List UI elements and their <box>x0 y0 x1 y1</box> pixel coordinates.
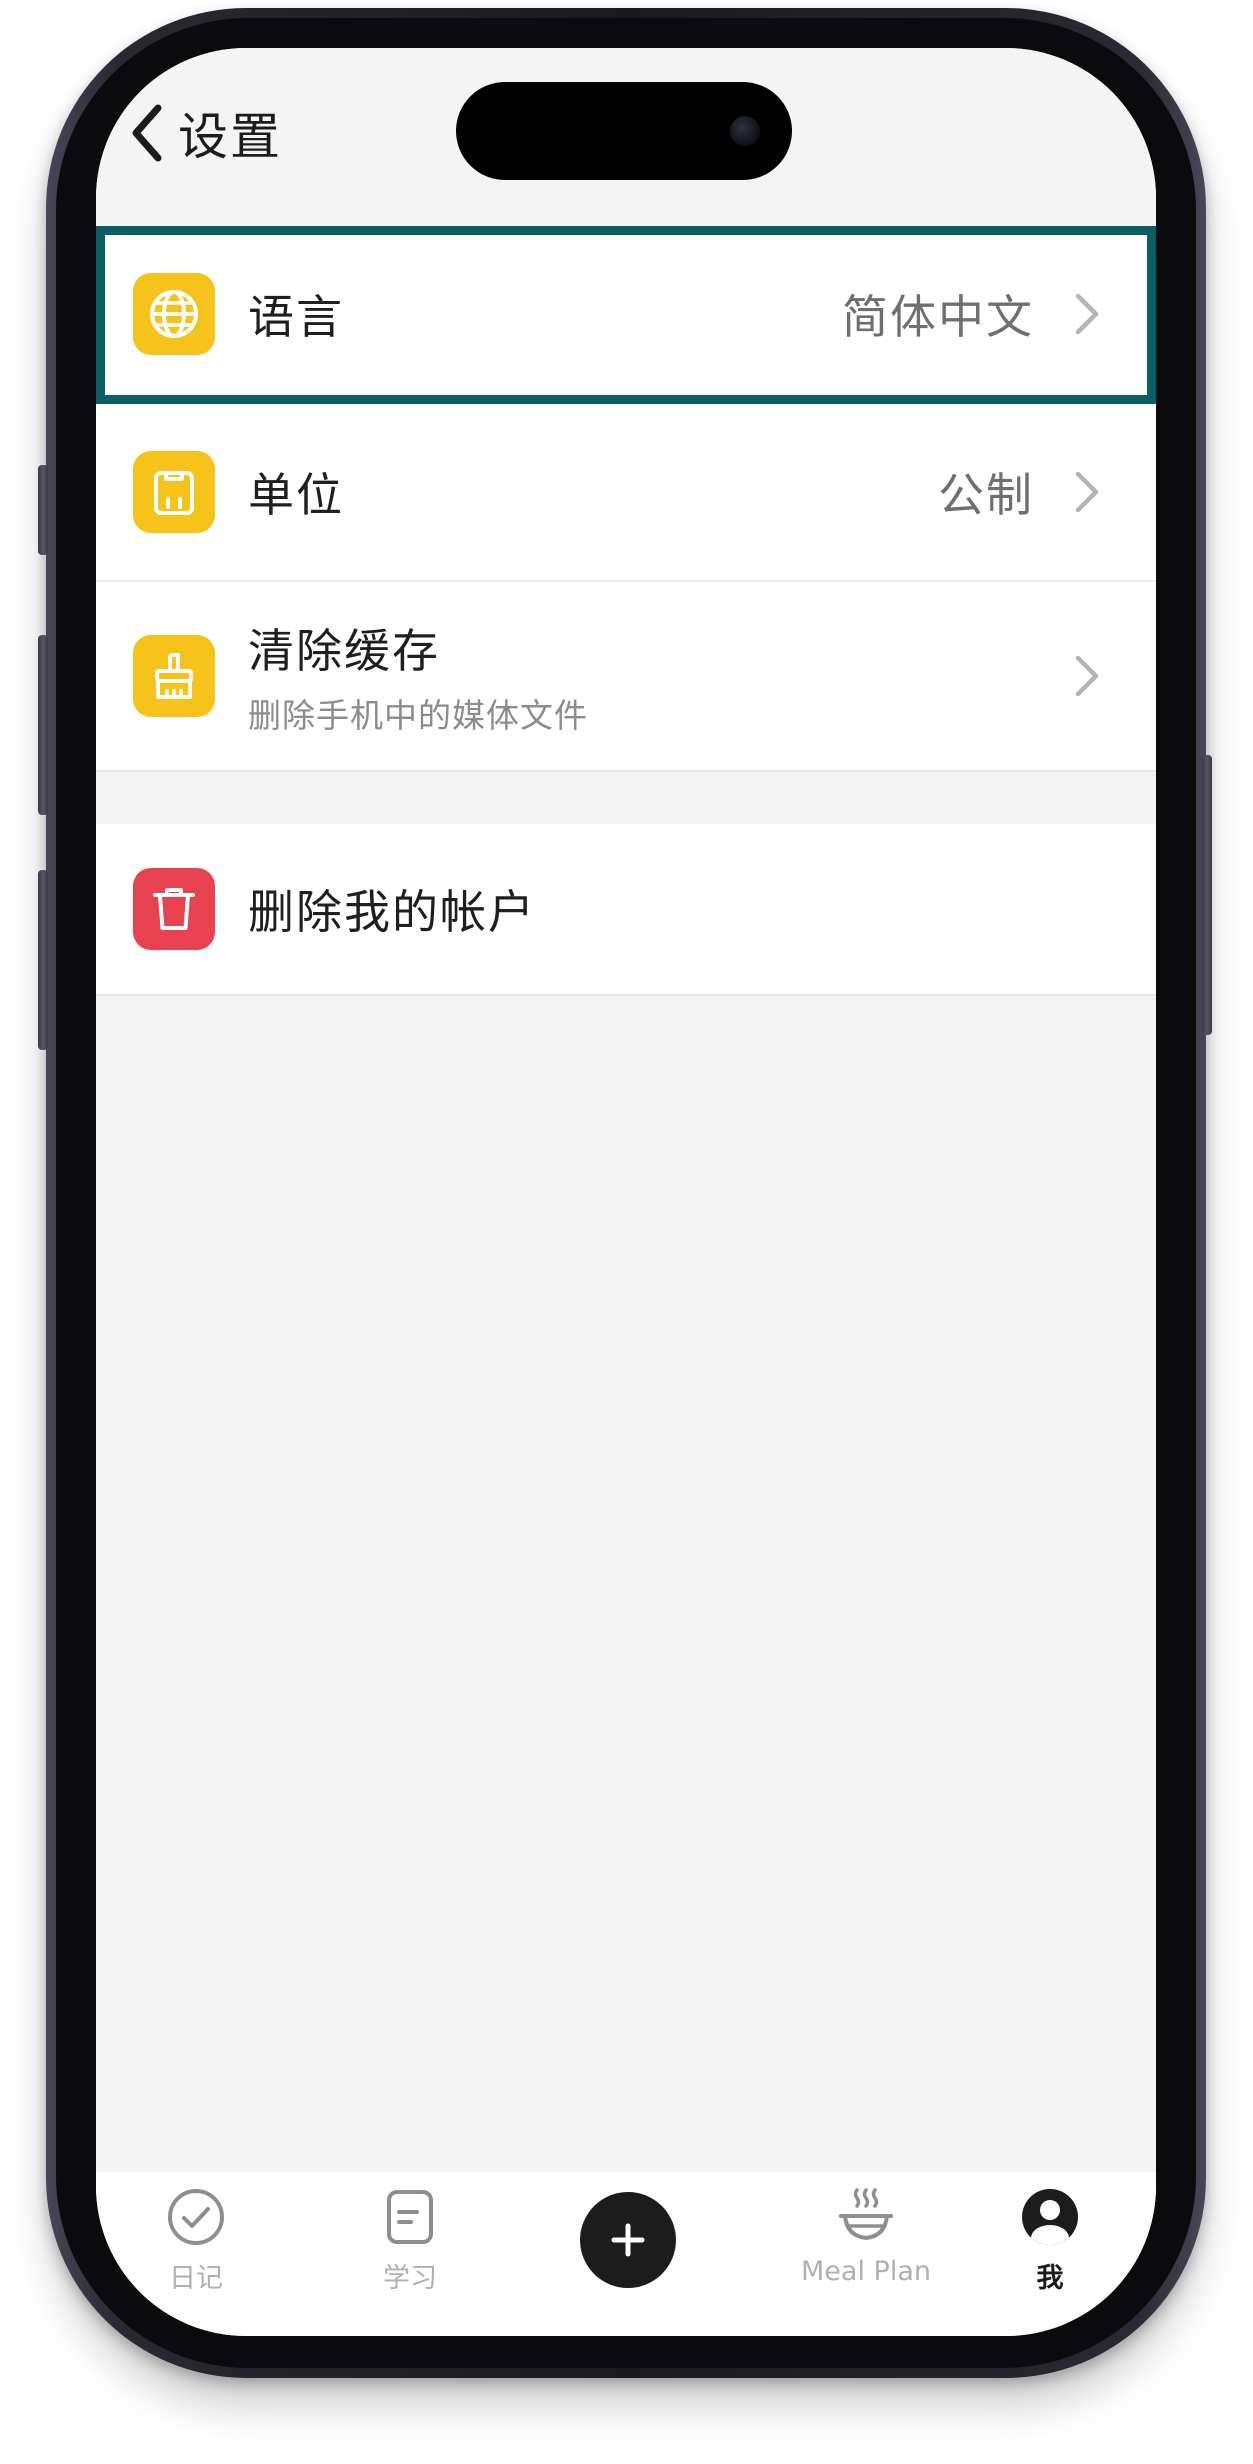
language-label: 语言 <box>248 290 344 344</box>
tab-diary-label: 日记 <box>169 2263 223 2294</box>
units-row[interactable]: 单位 公制 <box>96 404 1156 582</box>
clear-cache-text: 清除缓存 删除手机中的媒体文件 <box>248 615 588 737</box>
chevron-right-icon <box>1075 293 1099 335</box>
trash-icon <box>133 868 215 950</box>
tab-me[interactable]: 我 <box>970 2186 1130 2295</box>
clipboard-icon <box>133 451 215 533</box>
delete-account-row[interactable]: 删除我的帐户 <box>96 824 1156 996</box>
globe-icon <box>133 273 215 355</box>
language-text: 语言 <box>248 281 344 347</box>
back-button[interactable]: 设置 <box>126 98 282 168</box>
tab-bar: 日记 学习 Meal Plan 我 <box>96 2172 1156 2336</box>
tab-study[interactable]: 学习 <box>330 2186 490 2295</box>
broom-icon <box>133 635 215 717</box>
volume-down-button <box>38 870 48 1050</box>
volume-up-button <box>38 635 48 815</box>
tab-me-label: 我 <box>1036 2263 1064 2294</box>
camera-lens <box>730 116 760 146</box>
units-label: 单位 <box>248 468 344 522</box>
tab-meal-plan[interactable]: Meal Plan <box>756 2186 976 2287</box>
tab-study-label: 学习 <box>383 2263 437 2294</box>
tab-meal-plan-label: Meal Plan <box>801 2256 931 2287</box>
user-avatar-icon <box>1022 2189 1078 2245</box>
screen: 设置 语言 简体中文 单位 公制 清除缓存 删除手机中的媒体文件 删除我的帐户 … <box>96 48 1156 2336</box>
chevron-right-icon <box>1075 471 1099 513</box>
language-value: 简体中文 <box>842 290 1034 344</box>
tab-diary[interactable]: 日记 <box>116 2186 276 2295</box>
steaming-bowl-icon <box>839 2188 893 2241</box>
account-group: 删除我的帐户 <box>96 824 1156 996</box>
delete-account-label: 删除我的帐户 <box>248 885 536 939</box>
action-button <box>38 465 48 555</box>
power-button <box>1202 755 1212 1035</box>
clear-cache-label: 清除缓存 <box>248 624 440 678</box>
delete-account-text: 删除我的帐户 <box>248 876 536 942</box>
settings-group: 语言 简体中文 单位 公制 清除缓存 删除手机中的媒体文件 <box>96 226 1156 772</box>
check-circle-icon <box>168 2189 224 2245</box>
dynamic-island <box>456 82 792 180</box>
add-button[interactable] <box>580 2192 676 2288</box>
chevron-right-icon <box>1075 655 1099 697</box>
clear-cache-description: 删除手机中的媒体文件 <box>248 696 588 735</box>
plus-icon <box>611 2223 645 2257</box>
units-text: 单位 <box>248 459 344 525</box>
chevron-left-icon <box>132 104 162 162</box>
page-title: 设置 <box>178 108 282 166</box>
clear-cache-row[interactable]: 清除缓存 删除手机中的媒体文件 <box>96 582 1156 772</box>
units-value: 公制 <box>938 468 1034 522</box>
note-icon <box>387 2190 433 2244</box>
language-row[interactable]: 语言 简体中文 <box>96 226 1156 404</box>
